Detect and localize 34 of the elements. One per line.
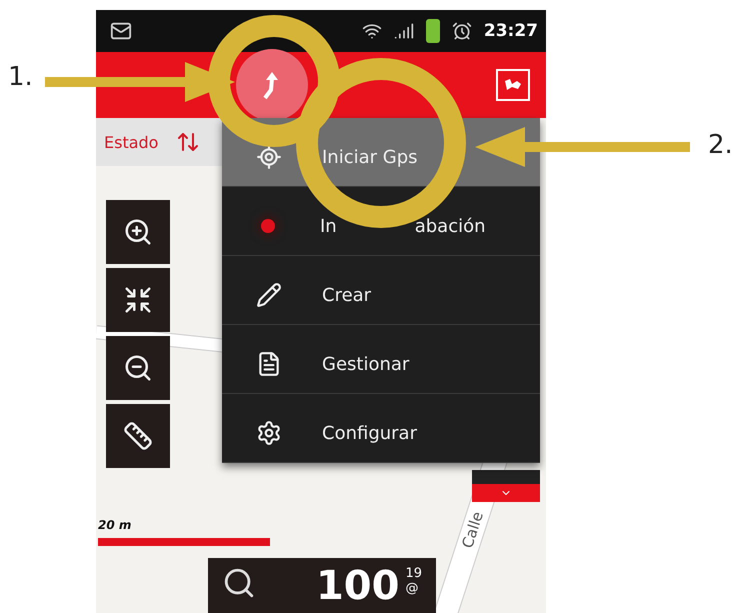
status-label: Estado (104, 132, 158, 152)
alarm-icon (452, 21, 472, 41)
route-button[interactable] (236, 49, 308, 121)
map-control-button[interactable] (106, 200, 170, 264)
swap-icon (176, 130, 200, 154)
signal-icon (394, 21, 414, 41)
clock-time: 23:27 (484, 21, 538, 41)
step-label: 1. (8, 62, 33, 92)
pencil-icon (256, 282, 282, 308)
ruler-icon (123, 421, 153, 451)
menu-item[interactable]: In abación (222, 187, 540, 256)
zoom-out-icon (123, 353, 153, 383)
map-control-button[interactable] (106, 268, 170, 332)
menu-item[interactable]: Gestionar (222, 325, 540, 394)
superscript-number: 19 (405, 566, 422, 581)
map-control-button[interactable] (106, 404, 170, 468)
menu-item[interactable]: Crear (222, 256, 540, 325)
shrink-icon (123, 285, 153, 315)
zoom-in-icon (123, 217, 153, 247)
panel-handle (472, 470, 540, 484)
battery-icon (426, 19, 440, 43)
locate-icon (256, 144, 282, 170)
map-control-button[interactable] (106, 336, 170, 400)
scale-label: 20 m (98, 518, 132, 532)
map-button[interactable] (496, 69, 530, 101)
record-icon (261, 219, 275, 233)
at-sign: @ (405, 581, 420, 596)
menu-item[interactable]: Configurar (222, 394, 540, 463)
count-value: 100 (316, 566, 400, 606)
mail-icon (110, 20, 132, 42)
settings-icon (256, 420, 282, 446)
search-icon[interactable] (222, 566, 256, 600)
step-label: 2. (708, 130, 733, 160)
street-label: Calle (458, 510, 488, 550)
